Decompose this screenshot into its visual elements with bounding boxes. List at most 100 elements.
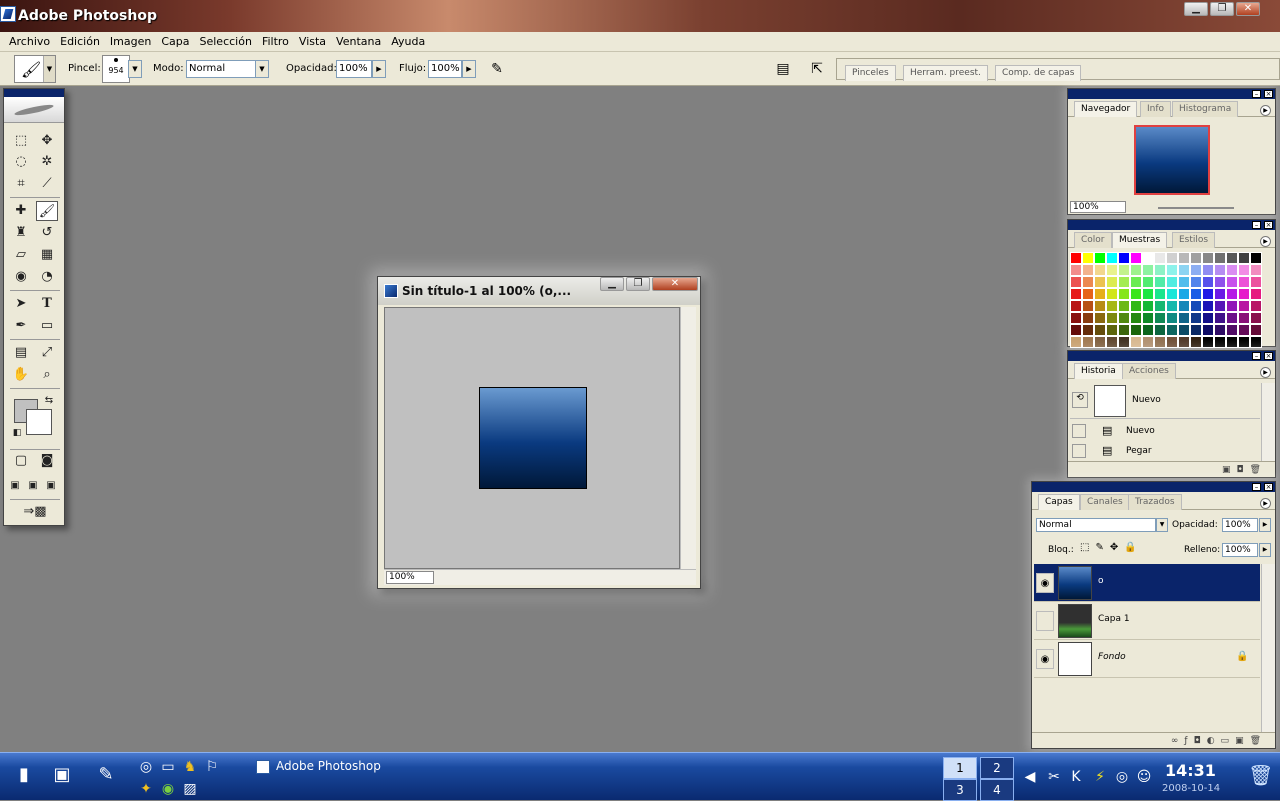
swatch[interactable] <box>1070 300 1082 312</box>
default-colors-icon[interactable]: ◧ <box>6 423 28 443</box>
mode-select[interactable]: Normal <box>186 60 256 78</box>
swatch[interactable] <box>1142 324 1154 336</box>
file-manager-icon[interactable]: ✎ <box>96 765 116 785</box>
swatch[interactable] <box>1118 324 1130 336</box>
menu-filtro[interactable]: Filtro <box>257 32 294 52</box>
swatch[interactable] <box>1106 336 1118 348</box>
swatch[interactable] <box>1142 264 1154 276</box>
taskbar-task-photoshop[interactable]: Adobe Photoshop <box>256 759 381 774</box>
menu-imagen[interactable]: Imagen <box>105 32 156 52</box>
swatch[interactable] <box>1118 264 1130 276</box>
swatch[interactable] <box>1118 336 1130 348</box>
flow-input[interactable]: 100% <box>428 60 462 78</box>
kde-menu-icon[interactable]: ▮ <box>14 765 34 785</box>
swatch[interactable] <box>1130 336 1142 348</box>
swatch[interactable] <box>1250 336 1262 348</box>
klipper-icon[interactable]: K <box>1066 767 1086 787</box>
lock-icons[interactable]: ⬚✎✥🔒 <box>1080 542 1143 553</box>
history-brush-source-icon[interactable] <box>1072 444 1086 458</box>
layer-fill-input[interactable]: 100% <box>1222 543 1258 557</box>
swatch[interactable] <box>1190 336 1202 348</box>
swatch[interactable] <box>1154 276 1166 288</box>
swatch[interactable] <box>1082 324 1094 336</box>
swatch[interactable] <box>1106 288 1118 300</box>
swatch[interactable] <box>1250 288 1262 300</box>
swatch[interactable] <box>1250 312 1262 324</box>
editor-icon[interactable]: ⚐ <box>202 757 222 777</box>
swap-colors-icon[interactable]: ⇆ <box>38 391 60 411</box>
tab-histograma[interactable]: Histograma <box>1172 101 1239 117</box>
swatch[interactable] <box>1106 312 1118 324</box>
messenger-icon[interactable]: ♞ <box>180 757 200 777</box>
panel-close-button[interactable]: × <box>1264 221 1273 229</box>
layer-visibility-toggle[interactable] <box>1036 611 1054 631</box>
panel-minimize-button[interactable]: – <box>1252 483 1261 491</box>
document-titlebar[interactable]: Sin título-1 al 100% (o,... ▁ ❐ ✕ <box>378 277 700 305</box>
swatch[interactable] <box>1094 276 1106 288</box>
swatch[interactable] <box>1070 288 1082 300</box>
swatch[interactable] <box>1082 336 1094 348</box>
swatch[interactable] <box>1166 252 1178 264</box>
swatch[interactable] <box>1142 300 1154 312</box>
swatch[interactable] <box>1178 324 1190 336</box>
flow-slider-button[interactable]: ▶ <box>462 60 476 78</box>
swatch[interactable] <box>1238 276 1250 288</box>
history-brush-source-icon[interactable]: ⟲ <box>1072 392 1088 408</box>
document-minimize-button[interactable]: ▁ <box>600 277 624 291</box>
swatch[interactable] <box>1238 336 1250 348</box>
swatch[interactable] <box>1202 288 1214 300</box>
swatch[interactable] <box>1082 276 1094 288</box>
well-tab-comp-capas[interactable]: Comp. de capas <box>995 65 1082 81</box>
swatch[interactable] <box>1118 252 1130 264</box>
swatch[interactable] <box>1202 324 1214 336</box>
swatch[interactable] <box>1226 312 1238 324</box>
swatch[interactable] <box>1142 288 1154 300</box>
navigator-preview[interactable] <box>1134 125 1210 195</box>
dodge-tool-icon[interactable]: ◔ <box>36 267 58 287</box>
swatch[interactable] <box>1226 336 1238 348</box>
layer-opacity-slider-button[interactable]: ▶ <box>1259 518 1271 532</box>
menu-archivo[interactable]: Archivo <box>4 32 55 52</box>
swatch[interactable] <box>1166 336 1178 348</box>
screen-mode-full-icon[interactable]: ▣ <box>42 476 60 496</box>
healing-brush-tool-icon[interactable]: ✚ <box>10 201 32 221</box>
well-tab-pinceles[interactable]: Pinceles <box>845 65 896 81</box>
swatch[interactable] <box>1250 252 1262 264</box>
mode-dropdown[interactable]: ▼ <box>255 60 269 78</box>
brush-picker-dropdown[interactable]: ▼ <box>128 60 142 78</box>
swatch[interactable] <box>1178 276 1190 288</box>
swatch[interactable] <box>1154 324 1166 336</box>
panel-close-button[interactable]: × <box>1264 90 1273 98</box>
opacity-input[interactable]: 100% <box>336 60 372 78</box>
swatch[interactable] <box>1166 276 1178 288</box>
browser-icon[interactable]: ◎ <box>136 757 156 777</box>
swatch[interactable] <box>1106 264 1118 276</box>
menu-vista[interactable]: Vista <box>294 32 331 52</box>
swatch[interactable] <box>1070 312 1082 324</box>
tab-info[interactable]: Info <box>1140 101 1172 117</box>
swatch[interactable] <box>1094 300 1106 312</box>
swatch[interactable] <box>1226 288 1238 300</box>
swatch[interactable] <box>1106 300 1118 312</box>
feather-logo-icon[interactable] <box>4 97 64 123</box>
crop-tool-icon[interactable]: ⌗ <box>10 174 32 194</box>
pager-desktop-4[interactable]: 4 <box>980 779 1014 801</box>
swatch[interactable] <box>1070 324 1082 336</box>
layer-row[interactable]: Capa 1 <box>1034 602 1260 640</box>
swatch[interactable] <box>1094 264 1106 276</box>
menu-seleccion[interactable]: Selección <box>195 32 257 52</box>
swatch[interactable] <box>1118 288 1130 300</box>
swatch[interactable] <box>1166 312 1178 324</box>
history-scrollbar[interactable] <box>1261 383 1275 463</box>
swatch[interactable] <box>1190 276 1202 288</box>
swatch[interactable] <box>1070 276 1082 288</box>
swatch[interactable] <box>1106 324 1118 336</box>
tools-tray-icon[interactable]: ✂ <box>1044 767 1064 787</box>
power-icon[interactable]: ⚡ <box>1090 767 1110 787</box>
swatch[interactable] <box>1118 312 1130 324</box>
swatch[interactable] <box>1130 312 1142 324</box>
swatch[interactable] <box>1106 276 1118 288</box>
lasso-tool-icon[interactable]: ◌ <box>10 152 32 172</box>
brush-tool-icon[interactable]: 🖌 <box>36 201 58 221</box>
clone-stamp-tool-icon[interactable]: ♜ <box>10 223 32 243</box>
